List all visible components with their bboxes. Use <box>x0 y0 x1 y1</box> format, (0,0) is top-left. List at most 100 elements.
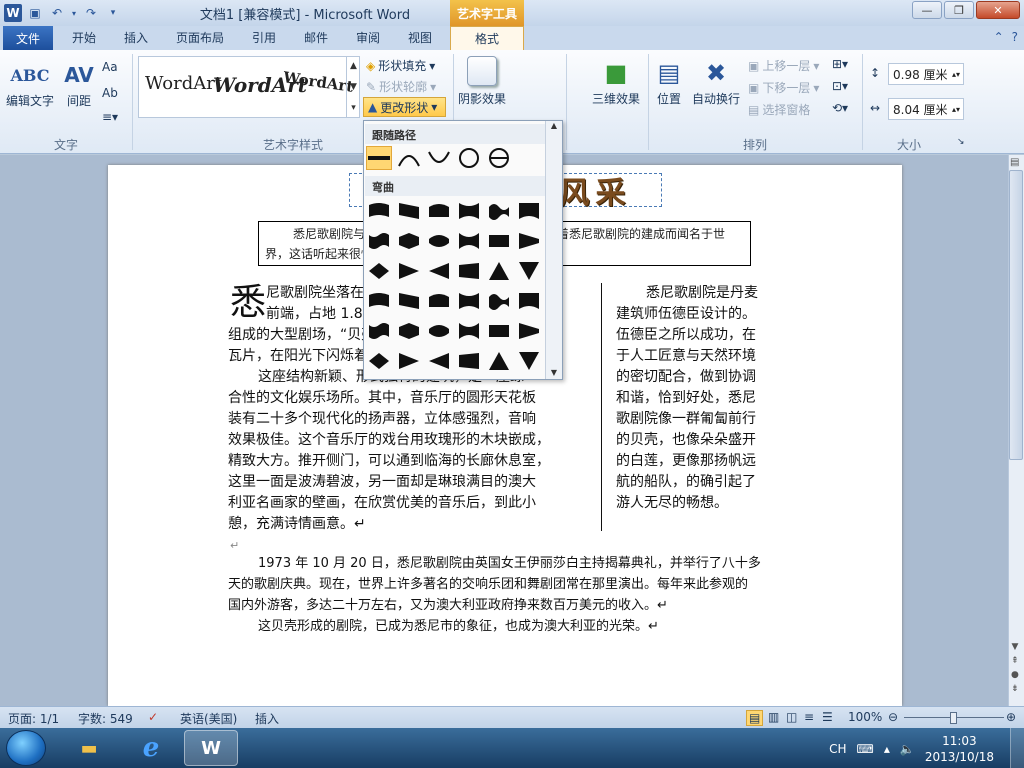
scroll-down-icon[interactable]: ▼ <box>1011 640 1019 654</box>
warp-shape-icon[interactable] <box>426 349 452 373</box>
warp-shape-icon[interactable] <box>456 289 482 313</box>
send-backward-button[interactable]: ▣ 下移一层 ▾ <box>748 79 819 96</box>
shape-outline-button[interactable]: ✎ 形状轮廓 ▾ <box>366 78 436 95</box>
zoom-level[interactable]: 100% <box>848 710 882 724</box>
shape-menu-scrollbar[interactable]: ▲ ▼ <box>545 121 562 379</box>
shape-height-input[interactable]: 0.98 厘米 ▴▾ <box>888 63 964 85</box>
gallery-down-icon[interactable]: ▼ <box>350 82 357 92</box>
rotate-icon[interactable]: ⟲▾ <box>832 101 848 115</box>
change-shape-button[interactable]: ▲ 更改形状 ▾ <box>363 97 446 117</box>
width-spinner-icon[interactable]: ▴▾ <box>952 105 963 114</box>
language-indicator[interactable]: 英语(美国) <box>180 710 237 727</box>
follow-path-arch-up-icon[interactable] <box>396 146 422 170</box>
tab-mailings[interactable]: 邮件 <box>304 29 328 46</box>
next-page-icon[interactable]: ⇟ <box>1011 682 1019 696</box>
warp-shape-icon[interactable] <box>396 319 422 343</box>
gallery-scroll[interactable]: ▲ ▼ ▾ <box>346 56 360 118</box>
tab-page-layout[interactable]: 页面布局 <box>176 29 224 46</box>
warp-shape-icon[interactable] <box>426 199 452 223</box>
warp-shape-icon[interactable] <box>396 289 422 313</box>
customize-qat-icon[interactable]: ▾ <box>104 4 122 22</box>
vertical-text-icon[interactable]: Ab <box>102 86 118 100</box>
vertical-scroll-thumb[interactable] <box>1009 170 1023 460</box>
undo-dropdown-icon[interactable]: ▾ <box>70 4 78 22</box>
align-text-icon[interactable]: ≡▾ <box>102 110 118 124</box>
warp-shape-icon[interactable] <box>516 319 542 343</box>
page-count[interactable]: 页面: 1/1 <box>8 710 59 727</box>
tab-file[interactable]: 文件 <box>3 26 53 50</box>
tab-view[interactable]: 视图 <box>408 29 432 46</box>
warp-shape-icon[interactable] <box>456 349 482 373</box>
zoom-in-icon[interactable]: ⊕ <box>1006 710 1016 724</box>
warp-shape-icon[interactable] <box>486 349 512 373</box>
warp-shape-icon[interactable] <box>366 259 392 283</box>
follow-path-plain-icon[interactable] <box>366 146 392 170</box>
volume-icon[interactable]: 🔈 <box>900 742 915 756</box>
follow-path-arch-down-icon[interactable] <box>426 146 452 170</box>
warp-shape-icon[interactable] <box>456 319 482 343</box>
follow-path-circle-icon[interactable] <box>456 146 482 170</box>
align-icon[interactable]: ⊞▾ <box>832 57 848 71</box>
warp-shape-icon[interactable] <box>516 289 542 313</box>
select-browse-object-icon[interactable]: ● <box>1011 668 1019 682</box>
minimize-button[interactable]: — <box>912 1 942 19</box>
group-objects-icon[interactable]: ⊡▾ <box>832 79 848 93</box>
wrap-text-button[interactable]: ✖ 自动换行 <box>692 56 740 107</box>
clock[interactable]: 11:03 2013/10/18 <box>925 733 994 765</box>
redo-icon[interactable]: ↷ <box>82 4 100 22</box>
proofing-icon[interactable]: ✓ <box>148 710 158 724</box>
show-desktop-button[interactable] <box>1010 728 1024 768</box>
warp-shape-icon[interactable] <box>516 259 542 283</box>
shadow-effects-button[interactable]: 阴影效果 <box>458 56 506 107</box>
ruler-toggle-icon[interactable]: ▤ <box>1010 157 1019 168</box>
word-app-icon[interactable]: W <box>4 4 22 22</box>
warp-shape-icon[interactable] <box>486 259 512 283</box>
warp-shape-icon[interactable] <box>366 319 392 343</box>
warp-shape-icon[interactable] <box>486 319 512 343</box>
warp-shape-icon[interactable] <box>426 319 452 343</box>
follow-path-button-icon[interactable] <box>486 146 512 170</box>
warp-shape-icon[interactable] <box>366 349 392 373</box>
tab-insert[interactable]: 插入 <box>124 29 148 46</box>
undo-icon[interactable]: ↶ <box>48 4 66 22</box>
wordart-style-1[interactable]: WordArt <box>145 73 222 94</box>
warp-shape-icon[interactable] <box>426 259 452 283</box>
word-count[interactable]: 字数: 549 <box>78 710 133 727</box>
full-screen-reading-view-icon[interactable]: ▥ <box>768 710 779 724</box>
warp-shape-icon[interactable] <box>396 199 422 223</box>
warp-shape-icon[interactable] <box>486 199 512 223</box>
outline-view-icon[interactable]: ≡ <box>804 710 814 724</box>
warp-shape-icon[interactable] <box>486 229 512 253</box>
warp-shape-icon[interactable] <box>396 349 422 373</box>
warp-shape-icon[interactable] <box>426 289 452 313</box>
warp-shape-icon[interactable] <box>396 229 422 253</box>
maximize-button[interactable]: ❐ <box>944 1 974 19</box>
spacing-button[interactable]: AV 间距 <box>62 58 96 109</box>
gallery-up-icon[interactable]: ▲ <box>350 61 357 71</box>
warp-shape-icon[interactable] <box>366 289 392 313</box>
tab-format[interactable]: 格式 <box>450 26 524 50</box>
selection-pane-button[interactable]: ▤ 选择窗格 <box>748 101 810 118</box>
3d-effects-button[interactable]: ■ 三维效果 <box>592 56 640 107</box>
warp-shape-icon[interactable] <box>516 349 542 373</box>
warp-shape-icon[interactable] <box>426 229 452 253</box>
gallery-more-icon[interactable]: ▾ <box>351 103 356 113</box>
warp-shape-icon[interactable] <box>396 259 422 283</box>
warp-shape-icon[interactable] <box>456 259 482 283</box>
previous-page-icon[interactable]: ⇞ <box>1011 654 1019 668</box>
ie-taskbar-icon[interactable]: e <box>124 730 178 766</box>
edit-text-button[interactable]: ABC 编辑文字 <box>6 58 54 109</box>
zoom-slider-thumb[interactable] <box>950 712 957 724</box>
warp-shape-icon[interactable] <box>456 229 482 253</box>
close-window-button[interactable]: ✕ <box>976 1 1020 19</box>
menu-scroll-up-icon[interactable]: ▲ <box>546 121 562 130</box>
draft-view-icon[interactable]: ☰ <box>822 710 833 724</box>
shape-width-input[interactable]: 8.04 厘米 ▴▾ <box>888 98 964 120</box>
warp-shape-icon[interactable] <box>456 199 482 223</box>
position-button[interactable]: ▤ 位置 <box>652 56 686 107</box>
tab-review[interactable]: 审阅 <box>356 29 380 46</box>
word-taskbar-icon[interactable]: W <box>184 730 238 766</box>
print-layout-view-icon[interactable]: ▤ <box>746 710 764 726</box>
warp-shape-icon[interactable] <box>516 229 542 253</box>
zoom-out-icon[interactable]: ⊖ <box>888 710 898 724</box>
